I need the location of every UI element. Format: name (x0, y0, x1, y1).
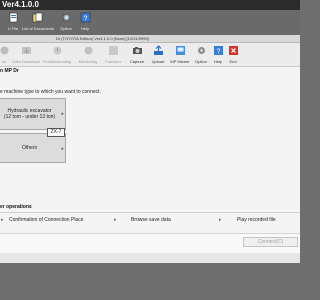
capture-label: Capture (129, 59, 145, 64)
window-title-bar (0, 35, 300, 43)
mp-viewer-label: MP Viewer (170, 59, 190, 64)
app-help-button[interactable]: ? Help (76, 11, 94, 34)
other-operations-title: er operations (0, 204, 32, 210)
data-download-label: Data Download (12, 59, 40, 64)
section-title: n MP Dr (0, 68, 19, 74)
mp-viewer-button[interactable]: MP Viewer (168, 45, 192, 66)
model-card-others[interactable]: Others ▸ (0, 133, 66, 163)
model-card-line2: (12 tom - under 13 ton) (3, 114, 56, 120)
upload-label: Upload (151, 59, 165, 64)
viewer-icon (175, 46, 185, 55)
browse-save-data-link[interactable]: Browse save data (131, 217, 171, 223)
chevron-right-icon: ▸ (1, 217, 4, 223)
chevron-right-icon: ▸ (61, 111, 64, 117)
capture-button[interactable]: Capture (126, 45, 148, 66)
troubleshooting-button[interactable]: Troubleshooting (42, 45, 72, 66)
file-icon (9, 12, 17, 23)
option-icon (62, 13, 70, 22)
section-description: e machine type to which you want to conn… (0, 89, 101, 95)
window-title: Dr (TOYOTA Edition) Ver4.1.0.0 [None] [1… (56, 36, 149, 41)
chevron-right-icon: ▸ (114, 217, 117, 223)
menu-icon (0, 46, 8, 55)
documents-button-label: List of Documents (22, 26, 55, 31)
confirmation-of-connection-place-link[interactable]: Confirmation of Connection Place (9, 217, 84, 223)
window-option-button[interactable]: Option (192, 45, 210, 66)
app-help-label: Help (80, 26, 90, 31)
function-icon (108, 46, 118, 55)
end-icon (228, 46, 238, 55)
app-option-button[interactable]: Option (56, 11, 76, 34)
connect-button[interactable]: Connect(C) (243, 237, 298, 247)
model-card-others-label: Others (21, 145, 37, 151)
model-card-hydraulic-excavator[interactable]: Hydraulic excavator (12 tom - under 13 t… (0, 98, 66, 130)
app-option-label: Option (60, 26, 72, 31)
end-button[interactable]: End (226, 45, 240, 66)
data-download-button[interactable]: Data Download (12, 45, 40, 66)
horizontal-scrollbar[interactable] (0, 253, 300, 263)
function-label: Function (105, 59, 121, 64)
window-help-label: Help (213, 59, 223, 64)
option-icon (197, 47, 205, 54)
model-sub-option[interactable]: ZX-7 (47, 128, 65, 137)
troubleshooting-icon (53, 46, 61, 55)
svg-text:?: ? (216, 48, 220, 55)
download-icon (21, 47, 31, 54)
help-icon: ? (80, 12, 90, 22)
capture-icon (132, 47, 142, 54)
window-help-button[interactable]: ? Help (210, 45, 226, 66)
svg-text:?: ? (83, 15, 87, 22)
upload-icon (153, 45, 163, 55)
chevron-right-icon: ▸ (219, 217, 222, 223)
play-recorded-file-link[interactable]: Play recorded file (237, 217, 276, 223)
upload-button[interactable]: Upload (148, 45, 168, 66)
help-icon: ? (213, 46, 223, 55)
window-option-label: Option (195, 59, 207, 64)
end-label: End (229, 59, 237, 64)
monitoring-label: Monitoring (78, 59, 98, 64)
list-of-documents-button[interactable]: List of Documents (22, 11, 55, 34)
app-title-bar (0, 0, 300, 10)
documents-icon (32, 12, 42, 23)
chevron-right-icon: ▸ (61, 146, 64, 152)
section-divider (0, 212, 300, 213)
monitoring-button[interactable]: Monitoring (75, 45, 101, 66)
function-button[interactable]: Function (102, 45, 124, 66)
app-title: Ver4.1.0.0 (2, 0, 39, 9)
taskbar (0, 263, 300, 300)
monitoring-icon (84, 46, 92, 55)
troubleshooting-label: Troubleshooting (42, 59, 72, 64)
